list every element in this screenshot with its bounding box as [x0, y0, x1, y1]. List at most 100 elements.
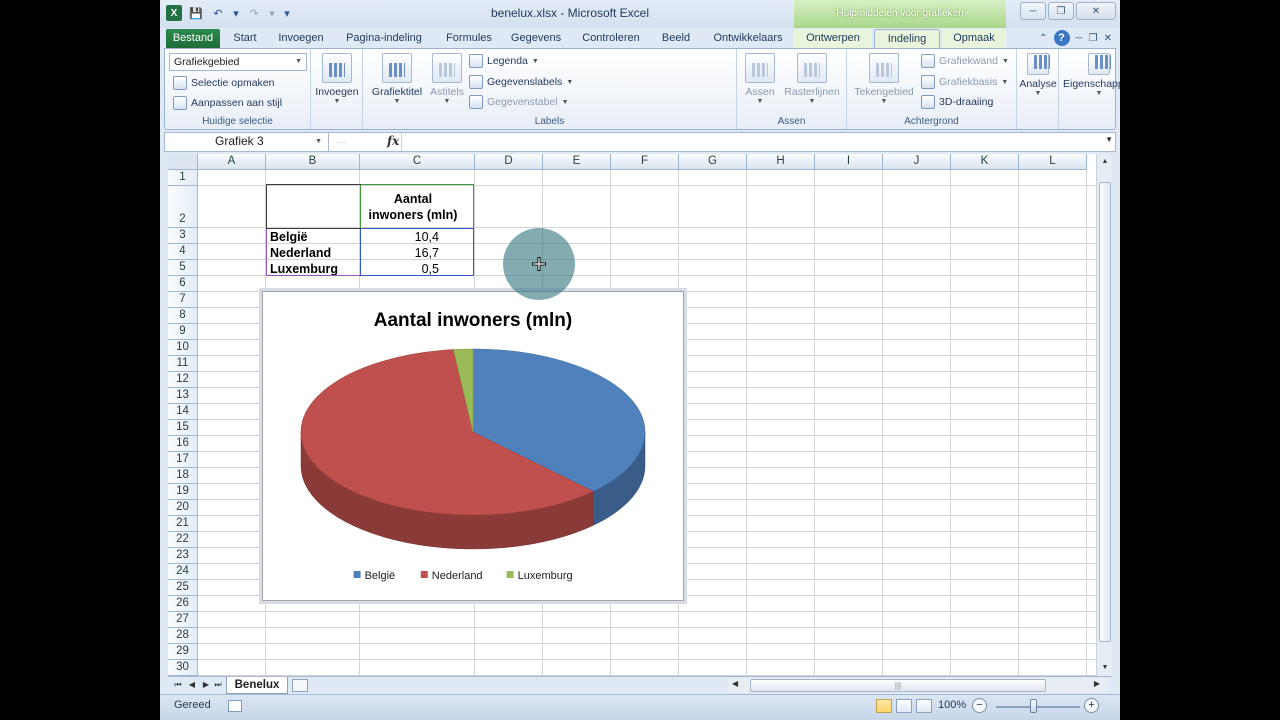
format-selection-button[interactable]: Selectie opmaken	[173, 76, 274, 90]
chart-legend[interactable]: België Nederland Luxemburg	[353, 570, 573, 582]
tab-design[interactable]: Ontwerpen	[794, 29, 872, 49]
row-header-17[interactable]: 17	[168, 452, 198, 468]
row-header-5[interactable]: 5	[168, 260, 198, 276]
row-header-23[interactable]: 23	[168, 548, 198, 564]
column-header-a[interactable]: A	[198, 154, 266, 170]
row-header-20[interactable]: 20	[168, 500, 198, 516]
page-layout-view-icon[interactable]	[896, 699, 912, 713]
column-header-h[interactable]: H	[747, 154, 815, 170]
chart-element-dropdown[interactable]: Grafiekgebied ▼	[169, 53, 307, 71]
reset-style-button[interactable]: Aanpassen aan stijl	[173, 96, 282, 110]
row-header-6[interactable]: 6	[168, 276, 198, 292]
row-header-9[interactable]: 9	[168, 324, 198, 340]
analysis-button[interactable]: Analyse ▼	[1019, 53, 1057, 97]
column-header-g[interactable]: G	[679, 154, 747, 170]
tab-review[interactable]: Controleren	[574, 29, 648, 49]
tab-data[interactable]: Gegevens	[504, 29, 568, 49]
tab-format[interactable]: Opmaak	[942, 29, 1006, 49]
tab-developer[interactable]: Ontwikkelaars	[706, 29, 790, 49]
properties-button[interactable]: Eigenschappen ▼	[1063, 53, 1120, 97]
row-header-30[interactable]: 30	[168, 660, 198, 676]
legend-button[interactable]: Legenda ▼	[469, 54, 539, 68]
3d-rotation-button[interactable]: 3D-draaiing	[921, 95, 993, 109]
doc-restore-icon[interactable]: ❐	[1089, 33, 1098, 44]
page-break-view-icon[interactable]	[916, 699, 932, 713]
row-header-16[interactable]: 16	[168, 436, 198, 452]
row-header-18[interactable]: 18	[168, 468, 198, 484]
scroll-left-icon[interactable]: ◀	[732, 679, 738, 688]
zoom-level[interactable]: 100%	[938, 699, 966, 711]
column-header-e[interactable]: E	[543, 154, 611, 170]
row-header-7[interactable]: 7	[168, 292, 198, 308]
column-header-i[interactable]: I	[815, 154, 883, 170]
insert-sheet-icon[interactable]	[292, 679, 308, 692]
row-header-4[interactable]: 4	[168, 244, 198, 260]
tab-page-layout[interactable]: Pagina-indeling	[338, 29, 430, 49]
column-header-c[interactable]: C	[360, 154, 475, 170]
zoom-out-icon[interactable]: −	[972, 698, 987, 713]
chart-wall-button[interactable]: Grafiekwand ▼	[921, 54, 1009, 68]
row-header-19[interactable]: 19	[168, 484, 198, 500]
tab-formulas[interactable]: Formules	[438, 29, 500, 49]
name-box-resize-icon[interactable]: …	[337, 135, 347, 146]
tab-file[interactable]: Bestand	[166, 29, 220, 49]
axis-titles-button[interactable]: Astitels ▼	[425, 53, 469, 105]
row-header-24[interactable]: 24	[168, 564, 198, 580]
select-all-corner[interactable]	[168, 154, 198, 170]
insert-function-icon[interactable]: fx	[387, 134, 399, 148]
row-header-21[interactable]: 21	[168, 516, 198, 532]
row-header-29[interactable]: 29	[168, 644, 198, 660]
horizontal-scrollbar[interactable]: ◀ ||| ▶	[728, 678, 1108, 693]
close-button[interactable]: ✕	[1076, 2, 1116, 20]
row-header-13[interactable]: 13	[168, 388, 198, 404]
doc-close-icon[interactable]: ✕	[1104, 33, 1112, 44]
row-header-25[interactable]: 25	[168, 580, 198, 596]
horizontal-scroll-thumb[interactable]: |||	[750, 679, 1046, 692]
column-header-b[interactable]: B	[266, 154, 360, 170]
row-header-22[interactable]: 22	[168, 532, 198, 548]
zoom-in-icon[interactable]: +	[1084, 698, 1099, 713]
chart-title[interactable]: Aantal inwoners (mln)	[374, 310, 572, 331]
tab-view[interactable]: Beeld	[654, 29, 698, 49]
chart-title-button[interactable]: Grafiektitel ▼	[369, 53, 425, 105]
scroll-down-icon[interactable]: ▼	[1099, 662, 1111, 674]
first-sheet-icon[interactable]: ⏮	[172, 679, 184, 691]
minimize-button[interactable]: ─	[1020, 2, 1046, 20]
doc-minimize-icon[interactable]: ─	[1076, 33, 1083, 44]
pie-chart[interactable]: Aantal inwoners (mln) België Nederland Lux…	[259, 288, 687, 604]
macro-record-icon[interactable]	[228, 700, 242, 712]
row-header-28[interactable]: 28	[168, 628, 198, 644]
data-table-button[interactable]: Gegevenstabel ▼	[469, 95, 569, 109]
row-header-2[interactable]: 2	[168, 186, 198, 228]
data-labels-button[interactable]: Gegevenslabels ▼	[469, 75, 573, 89]
maximize-button[interactable]: ❐	[1048, 2, 1074, 20]
row-header-1[interactable]: 1	[168, 170, 198, 186]
row-header-8[interactable]: 8	[168, 308, 198, 324]
row-header-15[interactable]: 15	[168, 420, 198, 436]
row-header-10[interactable]: 10	[168, 340, 198, 356]
row-header-11[interactable]: 11	[168, 356, 198, 372]
gridlines-button[interactable]: Rasterlijnen ▼	[781, 53, 843, 105]
name-box[interactable]: Grafiek 3 ▼	[165, 133, 329, 151]
normal-view-icon[interactable]	[876, 699, 892, 713]
tab-layout[interactable]: Indeling	[874, 29, 940, 49]
plot-area-button[interactable]: Tekengebied ▼	[851, 53, 917, 105]
scroll-up-icon[interactable]: ▲	[1099, 156, 1111, 168]
expand-formula-bar-icon[interactable]: ▼	[1105, 135, 1113, 144]
tab-start[interactable]: Start	[224, 29, 266, 49]
vertical-scroll-thumb[interactable]	[1099, 182, 1111, 642]
tab-insert[interactable]: Invoegen	[270, 29, 332, 49]
row-header-27[interactable]: 27	[168, 612, 198, 628]
help-icon[interactable]: ?	[1053, 30, 1070, 46]
row-header-3[interactable]: 3	[168, 228, 198, 244]
chart-floor-button[interactable]: Grafiekbasis ▼	[921, 75, 1008, 89]
formula-input[interactable]	[405, 135, 1095, 149]
column-header-j[interactable]: J	[883, 154, 951, 170]
column-header-k[interactable]: K	[951, 154, 1019, 170]
axes-button[interactable]: Assen ▼	[741, 53, 779, 105]
collapse-ribbon-icon[interactable]: ⌃	[1039, 33, 1047, 44]
vertical-scrollbar[interactable]: ▲ ▼	[1096, 154, 1112, 676]
column-header-f[interactable]: F	[611, 154, 679, 170]
row-header-26[interactable]: 26	[168, 596, 198, 612]
column-header-d[interactable]: D	[475, 154, 543, 170]
